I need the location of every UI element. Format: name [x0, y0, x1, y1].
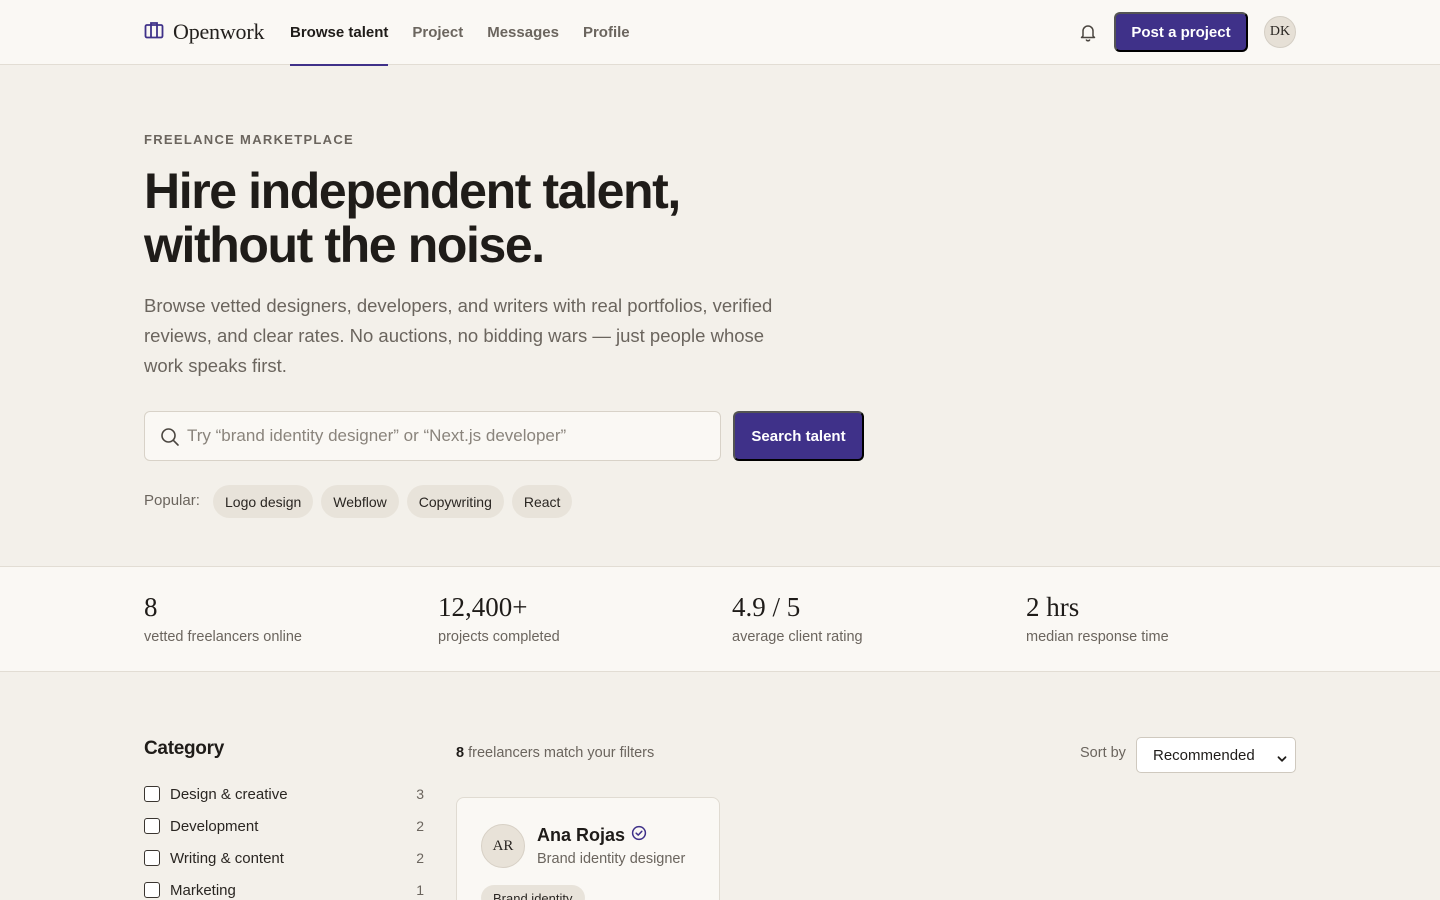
freelancer-card[interactable]: AR Ana Rojas Brand identity designer Bra… [456, 797, 720, 900]
checkbox[interactable] [144, 850, 160, 866]
category-count: 3 [416, 786, 424, 802]
stat-value: 8 [144, 592, 158, 622]
stat-label: median response time [1026, 629, 1169, 645]
search-icon [160, 427, 180, 447]
brand-name: Openwork [173, 19, 265, 44]
chip-webflow[interactable]: Webflow [321, 485, 399, 518]
category-count: 2 [416, 850, 424, 866]
stat-label: projects completed [438, 629, 560, 645]
sort-select[interactable]: Recommended [1136, 737, 1296, 773]
category-label: Development [170, 817, 259, 835]
stat-value: 12,400+ [438, 592, 528, 622]
user-avatar[interactable]: DK [1264, 16, 1296, 48]
chip-react[interactable]: React [511, 485, 573, 518]
verified-check-icon [631, 825, 647, 846]
category-writing-content[interactable]: Writing & content 2 [144, 842, 424, 874]
nav-project[interactable]: Project [412, 0, 463, 65]
chip-copywriting[interactable]: Copywriting [406, 485, 504, 518]
nav-browse-talent[interactable]: Browse talent [290, 0, 389, 66]
sort-value: Recommended [1153, 746, 1255, 764]
stat-label: average client rating [732, 629, 863, 645]
stats-band: 8 vetted freelancers online 12,400+ proj… [0, 566, 1440, 672]
popular-chips: Logo design Webflow Copywriting React [213, 485, 573, 518]
hero-eyebrow: FREELANCE MARKETPLACE [144, 132, 355, 147]
hero-title: Hire independent talent, without the noi… [144, 164, 844, 272]
search-box[interactable] [144, 411, 721, 461]
category-count: 2 [416, 818, 424, 834]
checkbox[interactable] [144, 786, 160, 802]
category-marketing[interactable]: Marketing 1 [144, 874, 424, 900]
results-count-text: freelancers match your filters [468, 745, 655, 761]
chip-logo-design[interactable]: Logo design [213, 485, 314, 518]
popular-label: Popular: [144, 492, 200, 509]
hero-subtitle: Browse vetted designers, developers, and… [144, 295, 773, 376]
results-count: 8 freelancers match your filters [456, 745, 654, 761]
stat-freelancers-online: 8 vetted freelancers online [144, 591, 302, 645]
category-label: Design & creative [170, 785, 288, 803]
nav-messages[interactable]: Messages [487, 0, 559, 65]
stat-value: 4.9 / 5 [732, 592, 801, 622]
results-count-number: 8 [456, 745, 465, 761]
freelancer-name-row: Ana Rojas [537, 825, 647, 846]
category-label: Marketing [170, 881, 236, 899]
top-nav: Openwork Browse talent Project Messages … [0, 0, 1440, 66]
stat-projects-completed: 12,400+ projects completed [438, 591, 560, 645]
checkbox[interactable] [144, 818, 160, 834]
category-list: Design & creative 3 Development 2 Writin… [144, 778, 424, 900]
stat-value: 2 hrs [1026, 592, 1080, 622]
sort-label: Sort by [1080, 745, 1126, 761]
checkbox[interactable] [144, 882, 160, 898]
search-talent-button[interactable]: Search talent [733, 411, 864, 461]
stat-response-time: 2 hrs median response time [1026, 591, 1169, 645]
freelancer-avatar: AR [481, 824, 525, 868]
skill-tag[interactable]: Brand identity [481, 885, 585, 900]
bell-icon[interactable] [1077, 21, 1099, 43]
category-development[interactable]: Development 2 [144, 810, 424, 842]
category-label: Writing & content [170, 849, 284, 867]
freelancer-role: Brand identity designer [537, 851, 686, 867]
hero-title-line2: without the noise. [144, 217, 545, 273]
post-project-button[interactable]: Post a project [1114, 12, 1248, 52]
category-design-creative[interactable]: Design & creative 3 [144, 778, 424, 810]
main-nav: Browse talent Project Messages Profile [290, 0, 630, 66]
stat-label: vetted freelancers online [144, 629, 302, 645]
briefcase-icon [144, 20, 164, 45]
category-title: Category [144, 738, 224, 759]
stat-client-rating: 4.9 / 5 average client rating [732, 591, 863, 645]
freelancer-name[interactable]: Ana Rojas [537, 825, 625, 846]
logo[interactable]: Openwork [144, 18, 264, 46]
chevron-down-icon [1277, 751, 1287, 762]
category-count: 1 [416, 882, 424, 898]
hero-title-line1: Hire independent talent, [144, 163, 681, 219]
search-input[interactable] [187, 412, 710, 460]
nav-profile[interactable]: Profile [583, 0, 630, 65]
